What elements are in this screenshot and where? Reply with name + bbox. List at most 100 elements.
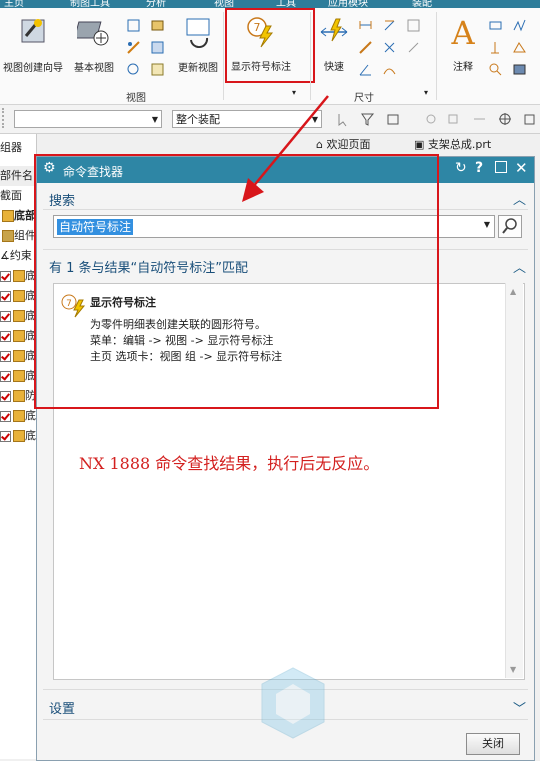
balloon-magnify-icon[interactable]: [488, 62, 503, 77]
feature-control-frame-icon[interactable]: [488, 18, 503, 33]
thickness-dimension-icon[interactable]: [382, 40, 397, 55]
close-button[interactable]: 关闭: [466, 733, 520, 755]
toolbar-grip[interactable]: [2, 108, 10, 128]
list-item[interactable]: 底: [0, 286, 36, 306]
list-item[interactable]: 截面: [0, 186, 36, 206]
tab-application[interactable]: 应用模块: [328, 0, 368, 8]
list-item[interactable]: 组件: [0, 226, 36, 246]
deselect-all-icon[interactable]: [386, 112, 401, 127]
type-filter-combo[interactable]: ▼: [14, 110, 162, 128]
datum-feature-icon[interactable]: [488, 40, 503, 55]
chamfer-dimension-icon[interactable]: [382, 18, 397, 33]
angular-dimension-icon[interactable]: [358, 62, 373, 77]
column-header-part-name[interactable]: 部件名: [0, 166, 36, 186]
update-views-button[interactable]: 更新视图: [174, 14, 222, 74]
snap-point-icon[interactable]: [424, 112, 439, 127]
perimeter-dimension-icon[interactable]: [406, 40, 421, 55]
visibility-checkbox[interactable]: [0, 290, 11, 302]
list-item[interactable]: 底: [0, 266, 36, 286]
tab-tools[interactable]: 工具: [276, 0, 296, 8]
snap-control-icon[interactable]: [522, 112, 537, 127]
list-item[interactable]: 底: [0, 306, 36, 326]
list-item[interactable]: 底: [0, 406, 36, 426]
snap-end-icon[interactable]: [446, 112, 461, 127]
tab-view[interactable]: 视图: [214, 0, 234, 8]
note-label: 注释: [453, 62, 473, 73]
detail-view-icon[interactable]: [126, 62, 141, 77]
snap-center-icon[interactable]: [498, 112, 513, 127]
assembly-scope-value: 整个装配: [176, 113, 220, 126]
list-item[interactable]: 底: [0, 366, 36, 386]
part-icon: [13, 290, 25, 302]
note-a-icon: A: [450, 14, 475, 52]
base-view-button[interactable]: 基本视图: [68, 14, 120, 74]
filter-icon[interactable]: [360, 112, 375, 127]
tab-drafting-tools[interactable]: 制图工具: [70, 0, 110, 8]
component-icon: [2, 230, 14, 242]
collapse-chevron-icon[interactable]: ︿: [513, 257, 526, 276]
radial-dimension-icon[interactable]: [358, 40, 373, 55]
watermark-cube-logo: [261, 667, 325, 739]
visibility-checkbox[interactable]: [0, 270, 11, 282]
expand-chevron-icon[interactable]: ﹀: [513, 698, 526, 717]
list-item[interactable]: 底: [0, 346, 36, 366]
ribbon-separator: [223, 12, 224, 100]
part-icon: [13, 410, 25, 422]
part-icon: [2, 210, 14, 222]
svg-text:A: A: [450, 14, 475, 48]
visibility-checkbox[interactable]: [0, 330, 11, 342]
search-button[interactable]: [498, 215, 522, 238]
tab-support-assembly[interactable]: ▣ 支架总成.prt: [414, 136, 491, 154]
visibility-checkbox[interactable]: [0, 390, 11, 402]
image-icon[interactable]: [512, 62, 527, 77]
constraint-icon: ∡: [0, 249, 10, 262]
update-views-icon: [186, 18, 210, 49]
visibility-checkbox[interactable]: [0, 410, 11, 422]
linear-dimension-icon[interactable]: [358, 18, 373, 33]
list-item-label: 底: [25, 429, 36, 442]
section-view-icon[interactable]: [126, 40, 141, 55]
visibility-checkbox[interactable]: [0, 350, 11, 362]
ribbon-tabstrip: 主页 制图工具 分析 视图 工具 应用模块 装配: [0, 0, 540, 8]
visibility-checkbox[interactable]: [0, 370, 11, 382]
list-item[interactable]: ∡约束: [0, 246, 36, 266]
dimension-group-expand-icon[interactable]: ▾: [424, 88, 428, 97]
list-item-label: 底: [25, 409, 36, 422]
list-item[interactable]: 底: [0, 326, 36, 346]
list-item[interactable]: 防: [0, 386, 36, 406]
visibility-checkbox[interactable]: [0, 430, 11, 442]
projected-view-icon[interactable]: [126, 18, 141, 33]
break-view-icon[interactable]: [150, 18, 165, 33]
visibility-checkbox[interactable]: [0, 310, 11, 322]
ordinate-dimension-icon[interactable]: [406, 18, 421, 33]
ribbon-separator: [436, 12, 437, 100]
view-wizard-icon: [21, 19, 45, 43]
view-wizard-button[interactable]: 视图创建向导: [0, 14, 66, 74]
reset-icon[interactable]: ↻: [455, 160, 467, 176]
scroll-up-icon[interactable]: ▲: [510, 287, 516, 296]
scroll-down-icon[interactable]: ▼: [510, 665, 516, 674]
drawing-view-icon[interactable]: [150, 62, 165, 77]
collapse-chevron-icon[interactable]: ︿: [513, 189, 526, 208]
base-view-icon: [73, 21, 109, 46]
tab-analysis[interactable]: 分析: [146, 0, 166, 8]
tab-assembly[interactable]: 装配: [412, 0, 432, 8]
list-item[interactable]: 底部: [0, 206, 36, 226]
surface-finish-icon[interactable]: [512, 18, 527, 33]
close-icon[interactable]: ✕: [515, 159, 528, 177]
base-view-label: 基本视图: [74, 63, 114, 74]
weld-symbol-icon[interactable]: [512, 40, 527, 55]
list-item[interactable]: 底: [0, 426, 36, 446]
view-boundary-icon[interactable]: [150, 40, 165, 55]
settings-section-header[interactable]: 设置: [49, 698, 75, 717]
arc-length-icon[interactable]: [382, 62, 397, 77]
rapid-dimension-button[interactable]: 快速: [314, 14, 354, 73]
snap-mid-icon[interactable]: [472, 112, 487, 127]
select-all-icon[interactable]: [336, 112, 351, 127]
note-button[interactable]: A 注释: [442, 14, 484, 73]
help-icon[interactable]: ?: [475, 160, 483, 176]
results-scrollbar[interactable]: ▲ ▼: [505, 283, 523, 678]
tab-home[interactable]: 主页: [4, 0, 24, 8]
maximize-icon[interactable]: [495, 161, 507, 173]
chevron-down-icon[interactable]: ▼: [484, 220, 490, 229]
